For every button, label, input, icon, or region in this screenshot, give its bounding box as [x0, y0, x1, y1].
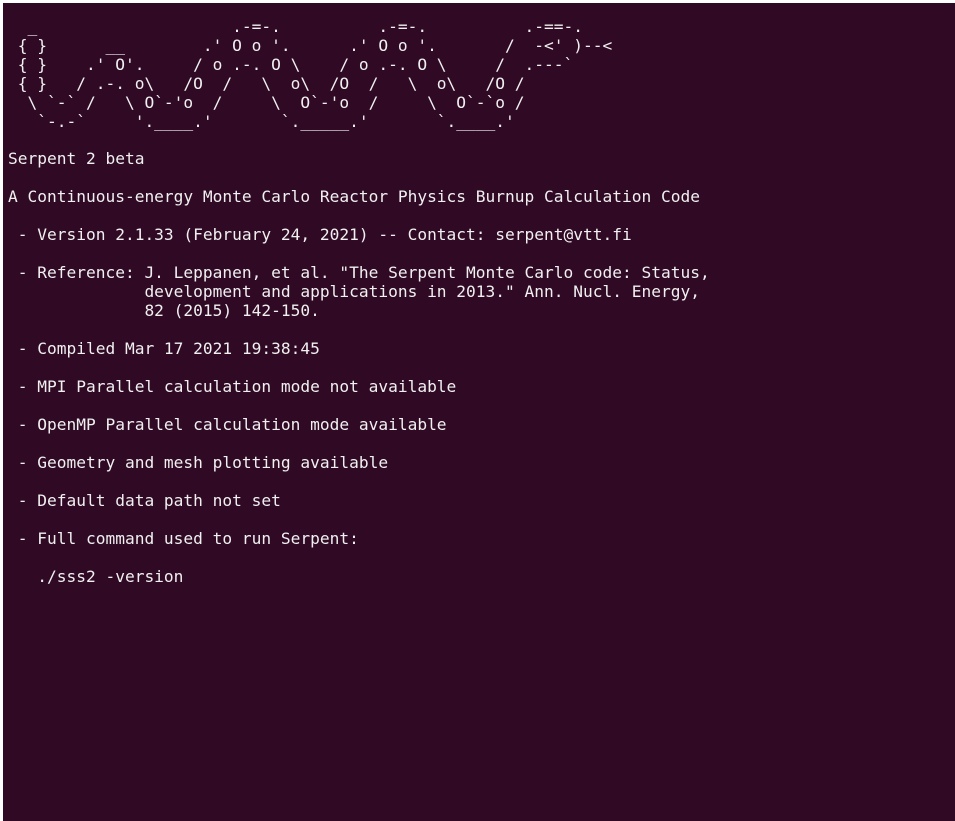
- reference-line: development and applications in 2013." A…: [8, 282, 700, 301]
- compiled-line: - Compiled Mar 17 2021 19:38:45: [8, 339, 320, 358]
- ascii-art-line: { } / .-. o\ /O / \ o\ /O / \ o\ /O /: [8, 74, 525, 93]
- ascii-art-line: \ `-` / \ O`-'o / \ O`-'o / \ O`-`o /: [8, 93, 525, 112]
- geometry-status-line: - Geometry and mesh plotting available: [8, 453, 389, 472]
- command-line: ./sss2 -version: [8, 567, 184, 586]
- reference-line: - Reference: J. Leppanen, et al. "The Se…: [8, 263, 710, 282]
- ascii-art-line: _ .-=-. .-=-. .-==-.: [8, 17, 583, 36]
- datapath-status-line: - Default data path not set: [8, 491, 281, 510]
- ascii-art-line: { } .' O'. / o .-. O \ / o .-. O \ / .--…: [8, 55, 574, 74]
- reference-line: 82 (2015) 142-150.: [8, 301, 320, 320]
- terminal-window[interactable]: _ .-=-. .-=-. .-==-. { } __ .' O o '. .'…: [0, 0, 955, 821]
- program-subtitle: A Continuous-energy Monte Carlo Reactor …: [8, 187, 700, 206]
- program-title: Serpent 2 beta: [8, 149, 145, 168]
- openmp-status-line: - OpenMP Parallel calculation mode avail…: [8, 415, 447, 434]
- ascii-art-line: { } __ .' O o '. .' O o '. / -<' )--<: [8, 36, 613, 55]
- mpi-status-line: - MPI Parallel calculation mode not avai…: [8, 377, 457, 396]
- version-line: - Version 2.1.33 (February 24, 2021) -- …: [8, 225, 632, 244]
- command-label-line: - Full command used to run Serpent:: [8, 529, 359, 548]
- ascii-art-line: `-.-` '.____.' `._____.' `.____.': [8, 112, 515, 131]
